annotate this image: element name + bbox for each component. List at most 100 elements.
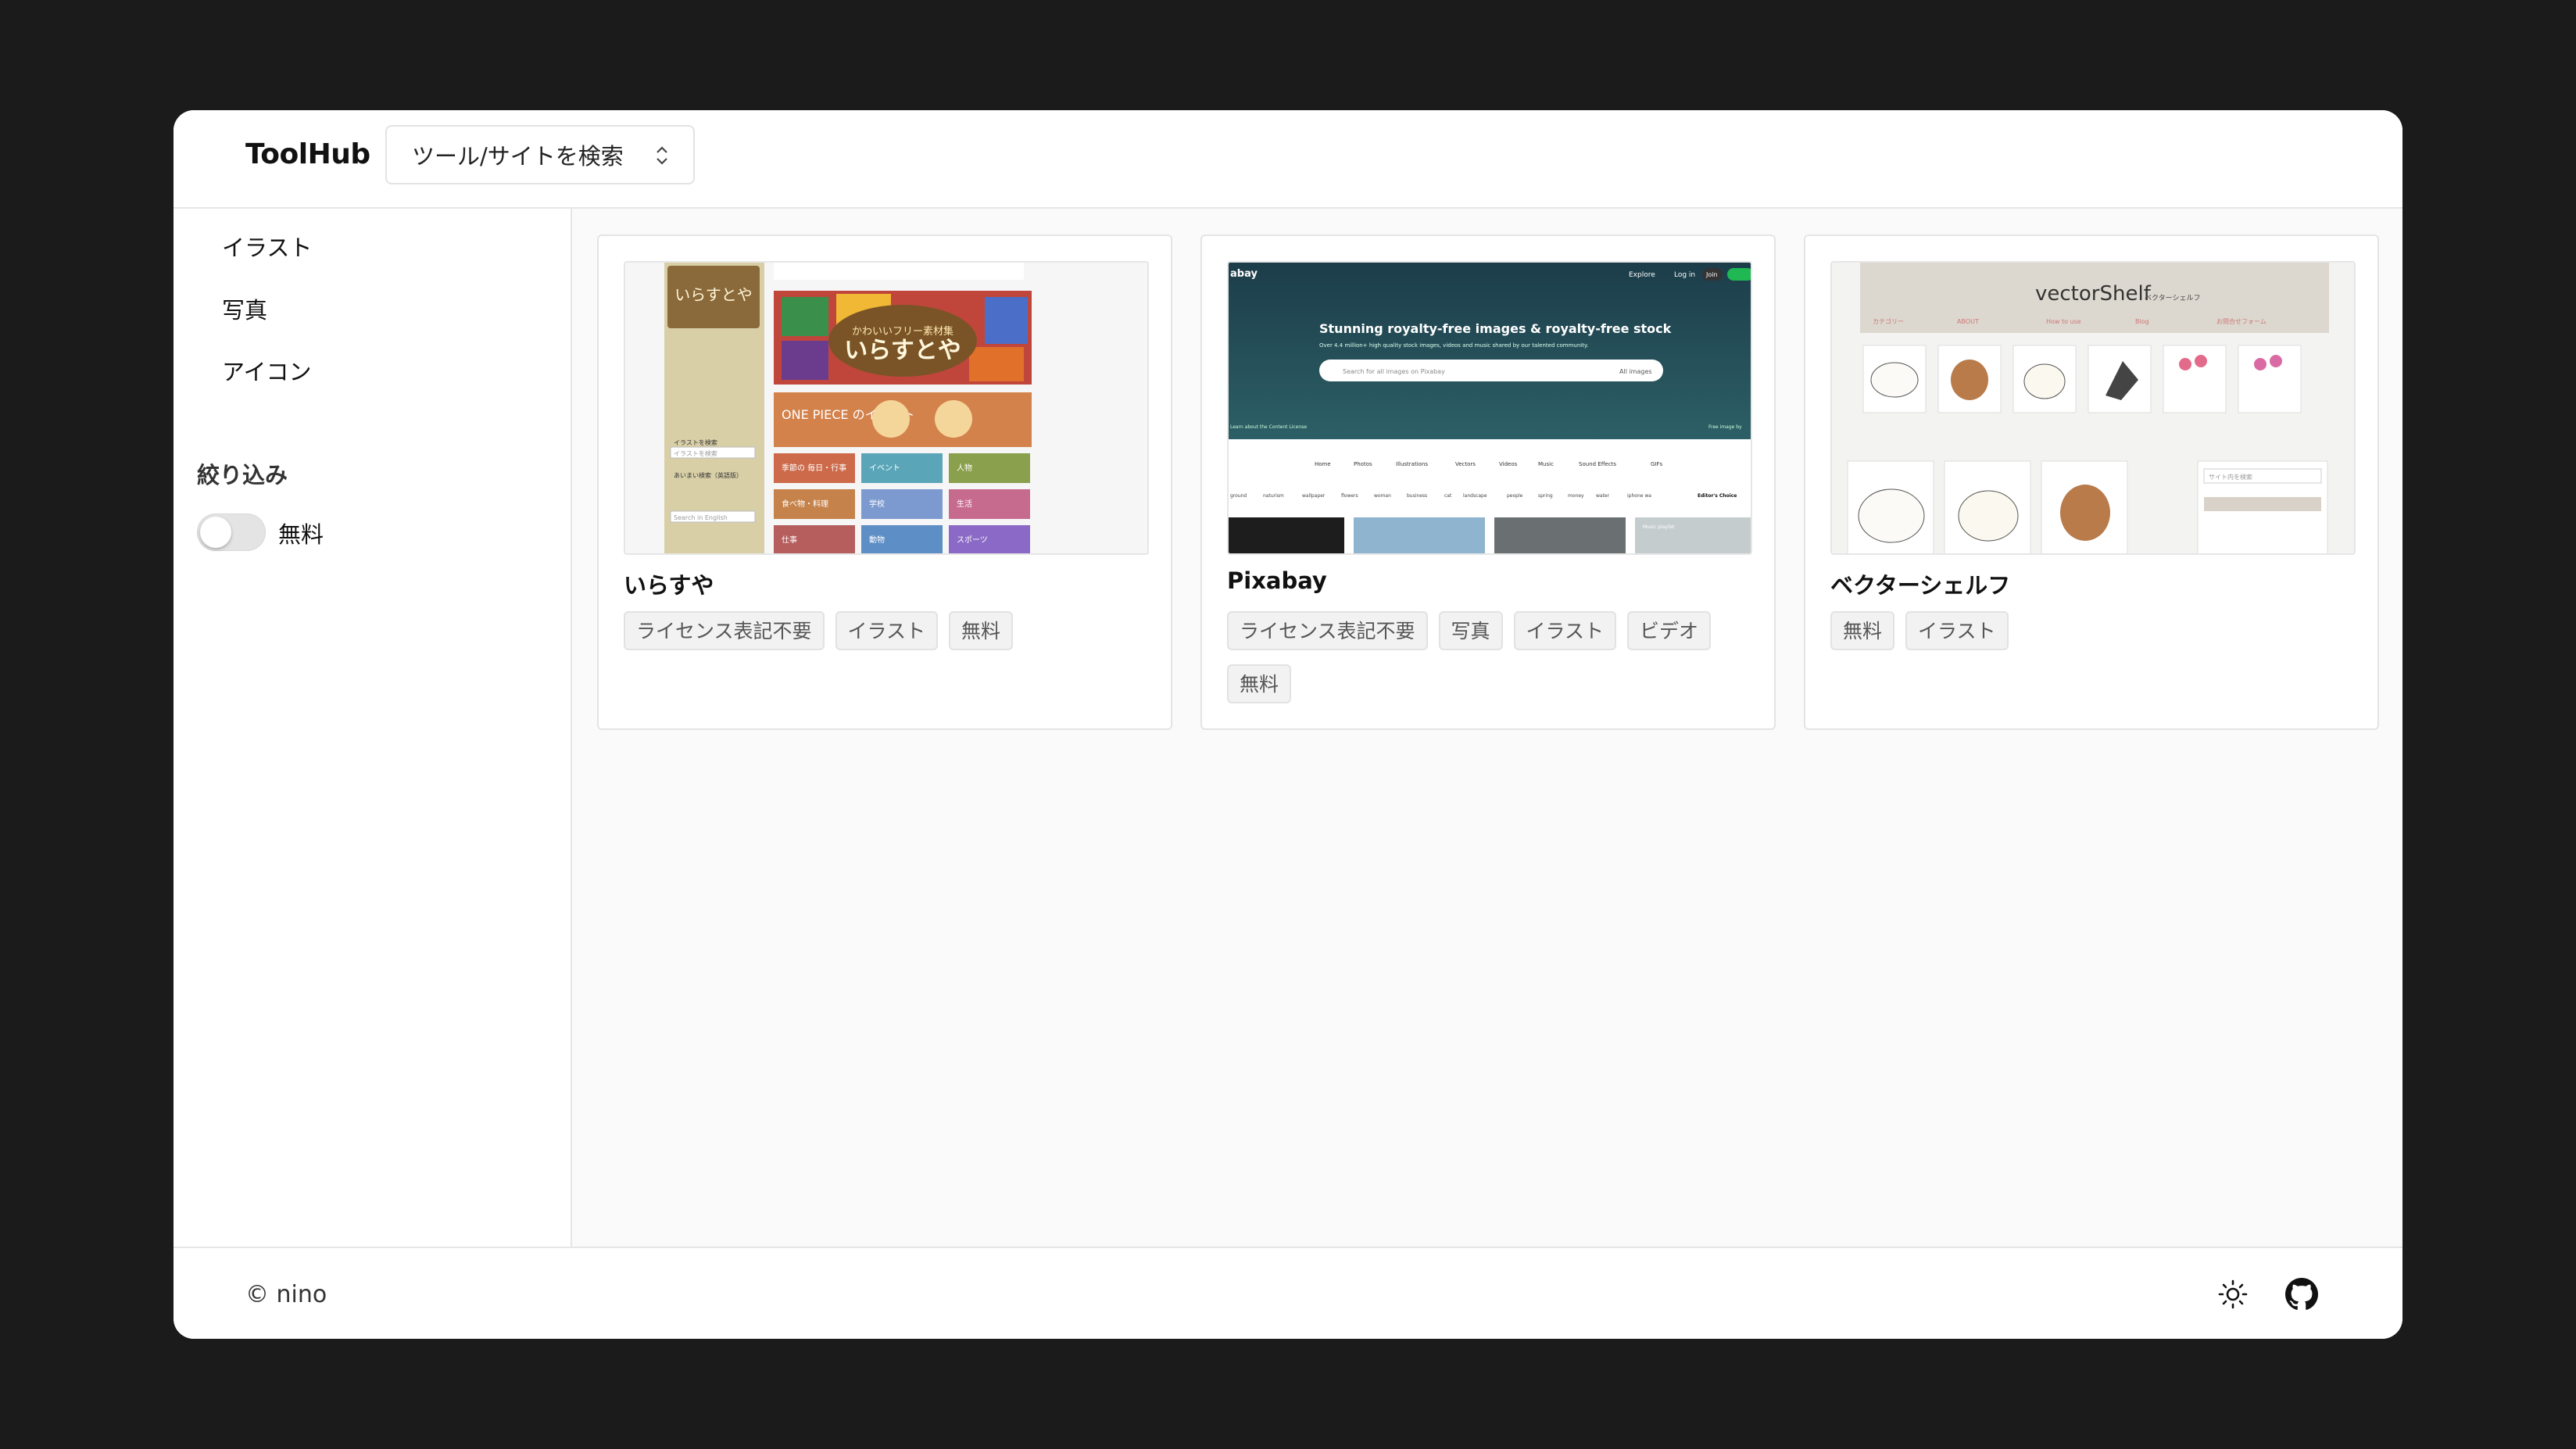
sidebar-item-illust[interactable]: イラスト [222,230,312,263]
thumb-menu-1: イベント [869,463,900,473]
card-thumbnail: vectorShelf ベクターシェルフ カテゴリー ABOUT How to … [1830,261,2356,555]
thumb-site-title: いらすとや [844,337,961,364]
thumb-pixabay-logo: abay [1230,268,1258,280]
thumb-kw-10: money [1568,493,1584,499]
thumb-vs-title: vectorShelf [2035,282,2152,306]
tag: イラスト [1513,611,1617,650]
vectorshelf-screenshot: vectorShelf ベクターシェルフ カテゴリー ABOUT How to … [1832,263,2354,553]
thumb-license-note: Learn about the Content License [1230,424,1307,430]
tool-card-pixabay[interactable]: abay Explore Log in Join Stunning royalt… [1200,234,1776,730]
thumb-kw-8: people [1507,493,1523,499]
thumb-kw-1: naturism [1263,493,1284,499]
thumb-menu-5: 生活 [957,499,972,509]
thumb-kw-5: business [1407,493,1427,499]
thumb-kw-11: water [1596,493,1610,499]
thumb-headline: Stunning royalty-free images & royalty-f… [1319,321,1672,336]
sidebar: イラスト 写真 アイコン 絞り込み 無料 [174,209,572,1247]
tag: 無料 [1830,611,1895,650]
thumb-search-placeholder: Search for all images on Pixabay [1343,368,1445,375]
thumb-vs-title-ja: ベクターシェルフ [2145,294,2200,302]
card-title: Pixabay [1227,567,1327,594]
filter-heading: 絞り込み [197,462,288,488]
thumb-search-placeholder: イラストを検索 [674,449,717,457]
thumb-site-title-small: いらすとや [674,285,753,304]
tag: 写真 [1438,611,1503,650]
sidebar-item-photo[interactable]: 写真 [222,292,267,325]
card-title: いらすや [624,572,714,599]
thumb-nav-login: Log in [1674,271,1695,279]
tag: ライセンス表記不要 [1227,611,1428,650]
thumb-menu-6: 仕事 [782,535,797,545]
thumb-menu-0: 季節の 毎日・行事 [782,463,846,473]
card-title: ベクターシェルフ [1830,572,2011,599]
thumb-tab-7: GIFs [1651,461,1663,467]
card-tags: ライセンス表記不要 イラスト 無料 [624,611,1155,664]
copyright: © nino [245,1281,327,1308]
thumb-tab-4: Videos [1499,461,1518,467]
thumb-english-label: あいまい検索（英語版） [674,471,742,479]
search-select-label: ツール/サイトを検索 [412,143,624,170]
card-tags: ライセンス表記不要 写真 イラスト ビデオ無料 [1227,611,1758,717]
thumb-vs-search: サイト内を検索 [2209,473,2252,481]
thumb-kw-12: iphone wa [1627,493,1651,499]
tool-card-irasutoya[interactable]: いらすとや イラストを検索 イラストを検索 あいまい検索（英語版） Search… [597,234,1172,730]
free-filter-label[interactable]: 無料 [278,517,324,549]
thumb-vs-nav-0: カテゴリー [1873,317,1904,325]
thumb-tab-5: Music [1538,461,1554,467]
thumb-editors-choice: Editor's Choice [1698,493,1737,499]
thumb-credit: Free image by [1708,424,1742,430]
tag: 無料 [1227,664,1292,703]
header: ToolHub ツール/サイトを検索 [174,110,2402,209]
thumb-tab-3: Vectors [1455,461,1476,467]
tool-search-select[interactable]: ツール/サイトを検索 [385,125,695,184]
thumb-playlist: Music playlist [1643,524,1675,530]
footer: © nino [174,1247,2402,1339]
github-icon[interactable] [2285,1278,2318,1311]
thumb-nav-join: Join [1705,271,1718,278]
thumb-tab-0: Home [1315,461,1331,467]
tag: イラスト [835,611,939,650]
pixabay-screenshot: abay Explore Log in Join Stunning royalt… [1229,263,1751,553]
thumb-tab-2: Illustrations [1396,461,1428,467]
card-thumbnail: いらすとや イラストを検索 イラストを検索 あいまい検索（英語版） Search… [624,261,1149,555]
thumb-tab-6: Sound Effects [1579,461,1616,467]
sidebar-item-icon[interactable]: アイコン [222,354,312,387]
thumb-tab-1: Photos [1354,461,1372,467]
thumb-kw-2: wallpaper [1302,493,1326,499]
card-thumbnail: abay Explore Log in Join Stunning royalt… [1227,261,1752,555]
app-logo[interactable]: ToolHub [245,138,370,170]
app-window: ToolHub ツール/サイトを検索 イラスト 写真 アイコン 絞り込み 無料 [174,110,2402,1339]
thumb-nav-explore: Explore [1629,271,1655,279]
thumb-menu-4: 学校 [869,499,885,509]
tag: ライセンス表記不要 [624,611,825,650]
toggle-knob [200,517,231,548]
irasutoya-screenshot: いらすとや イラストを検索 イラストを検索 あいまい検索（英語版） Search… [625,263,1147,553]
tag: ビデオ [1627,611,1712,650]
thumb-kw-3: flowers [1341,493,1358,499]
thumb-vs-nav-3: Blog [2135,318,2149,325]
card-tags: 無料 イラスト [1830,611,2362,664]
thumb-kw-7: landscape [1463,493,1487,499]
thumb-kw-0: ground [1230,493,1247,499]
thumb-menu-2: 人物 [957,463,972,473]
thumb-kw-9: spring [1538,493,1553,499]
thumb-kw-6: cat [1444,493,1452,499]
thumb-menu-8: スポーツ [957,535,988,545]
thumb-vs-nav-2: How to use [2046,318,2081,325]
thumb-vs-nav-1: ABOUT [1957,318,1979,325]
main-content: いらすとや イラストを検索 イラストを検索 あいまい検索（英語版） Search… [572,209,2402,1247]
sun-icon[interactable] [2216,1278,2249,1311]
tag: 無料 [949,611,1014,650]
thumb-menu-3: 食べ物・料理 [782,499,828,509]
thumb-subtitle: かわいいフリー素材集 [852,325,953,338]
thumb-subline: Over 4.4 million+ high quality stock ima… [1319,342,1588,349]
thumb-vs-nav-4: お問合せフォーム [2216,317,2267,325]
free-filter-toggle[interactable] [197,513,266,551]
chevron-up-down-icon [657,146,667,165]
thumb-english-placeholder: Search in English [674,514,728,521]
thumb-search-label: イラストを検索 [674,438,717,446]
thumb-search-scope: All images [1619,368,1652,375]
thumb-menu-7: 動物 [869,535,885,545]
tool-card-vectorshelf[interactable]: vectorShelf ベクターシェルフ カテゴリー ABOUT How to … [1804,234,2379,730]
thumb-kw-4: woman [1374,493,1391,499]
